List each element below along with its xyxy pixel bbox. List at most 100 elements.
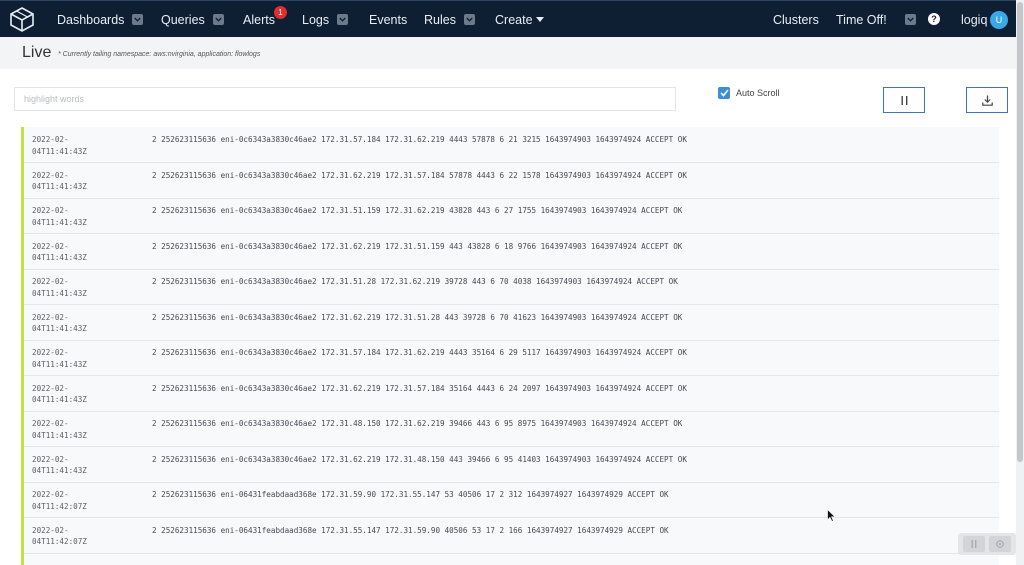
log-message: 2 252623115636 eni-0c6343a3830c46ae2 172… (152, 277, 678, 286)
nav-rules[interactable]: Rules (424, 1, 475, 38)
log-timestamp-time: 04T11:41:43Z (32, 146, 87, 156)
log-message: 2 252623115636 eni-0c6343a3830c46ae2 172… (152, 454, 687, 464)
logiq-logo-icon[interactable] (9, 6, 35, 32)
nav-rules-label: Rules (424, 12, 456, 27)
log-timestamp-date: 2022-02- (32, 312, 69, 322)
log-timestamp-date: 2022-02- (32, 170, 69, 180)
chevron-down-icon (212, 14, 224, 25)
nav-time-off[interactable]: Time Off! (836, 1, 916, 38)
pause-button[interactable] (883, 87, 925, 113)
log-timestamp: 2022-02- 04T11:41:43Z (32, 454, 142, 477)
nav-events-label: Events (369, 12, 408, 27)
log-message: 2 252623115636 eni-06431feabdaad368e 172… (152, 490, 669, 499)
log-row[interactable]: 2022-02- 04T11:41:43Z 2 252623115636 eni-0… (24, 376, 999, 412)
log-timestamp-time: 04T11:42:07Z (32, 537, 87, 546)
log-timestamp-time: 04T11:41:43Z (32, 253, 87, 262)
user-menu[interactable]: logiq (961, 1, 987, 38)
caret-down-icon (535, 16, 544, 22)
user-name: logiq (961, 12, 988, 27)
auto-scroll-checkbox[interactable] (718, 87, 730, 99)
auto-scroll-label: Auto Scroll (736, 88, 780, 98)
log-timestamp-date: 2022-02- (32, 525, 69, 535)
check-icon (719, 89, 729, 97)
download-button[interactable] (966, 87, 1008, 113)
gear-icon (996, 540, 1005, 548)
alerts-count-badge: 1 (274, 6, 287, 19)
log-timestamp: 2022-02- 04T11:41:43Z (32, 312, 142, 335)
log-row[interactable]: 2022-02- 04T11:42:07Z 2 252623115636 eni-0… (24, 518, 999, 554)
chevron-down-icon (463, 14, 475, 25)
log-message: 2 252623115636 eni-0c6343a3830c46ae2 172… (152, 383, 687, 393)
help-icon[interactable]: ? (928, 13, 940, 25)
app-window: Dashboards Queries Alerts 1 Logs Events … (0, 0, 1024, 565)
log-message: 2 252623115636 eni-0c6343a3830c46ae2 172… (152, 241, 683, 251)
log-timestamp-date: 2022-02- (32, 419, 69, 428)
log-row[interactable]: 2022-02- 04T11:41:43Z 2 252623115636 eni-0… (24, 269, 999, 305)
nav-clusters-label: Clusters (773, 12, 819, 27)
log-message: 2 252623115636 eni-0c6343a3830c46ae2 172… (152, 135, 687, 144)
log-timestamp: 2022-02- 04T11:41:43Z (32, 347, 142, 370)
nav-create[interactable]: Create (495, 1, 544, 38)
log-stream: 2022-02- 04T11:41:43Z 2 252623115636 eni-0… (21, 127, 999, 565)
log-timestamp-time: 04T11:42:07Z (32, 501, 87, 511)
log-timestamp: 2022-02- 04T11:41:43Z (32, 418, 142, 441)
log-message: 2 252623115636 eni-06431feabdaad368e 172… (152, 525, 669, 535)
chevron-down-icon (132, 14, 144, 25)
pause-icon (901, 95, 907, 105)
nav-alerts[interactable]: Alerts (243, 1, 275, 38)
log-row[interactable]: 2022-02- 04T11:41:43Z 2 252623115636 eni-0… (24, 198, 999, 234)
log-message: 2 252623115636 eni-0c6343a3830c46ae2 172… (152, 312, 683, 322)
log-timestamp: 2022-02- 04T11:41:43Z (32, 170, 142, 193)
live-tail-content: Auto Scroll 2022-02- 04T11:41:43Z 2 252623… (0, 69, 1024, 565)
floating-pause-button[interactable] (962, 536, 985, 552)
auto-scroll-toggle[interactable]: Auto Scroll (718, 87, 780, 99)
scrollbar-thumb[interactable] (1017, 2, 1023, 462)
nav-logs[interactable]: Logs (302, 1, 349, 38)
nav-dashboards-label: Dashboards (57, 12, 125, 27)
floating-settings-button[interactable] (989, 536, 1012, 552)
log-timestamp-time: 04T11:41:43Z (32, 217, 87, 227)
log-row[interactable]: 2022-02- 04T11:41:43Z 2 252623115636 eni-0… (24, 127, 999, 163)
log-timestamp-time: 04T11:41:43Z (32, 288, 87, 298)
nav-create-label: Create (495, 12, 533, 27)
nav-events[interactable]: Events (369, 1, 407, 38)
log-timestamp-time: 04T11:41:43Z (32, 182, 87, 191)
log-message: 2 252623115636 eni-0c6343a3830c46ae2 172… (152, 206, 683, 215)
log-timestamp: 2022-02- 04T11:41:43Z (32, 241, 142, 264)
nav-time-off-label: Time Off! (836, 12, 887, 27)
log-row[interactable]: 2022-02- 04T11:41:43Z 2 252623115636 eni-0… (24, 305, 999, 341)
tailing-info: * Currently tailing namespace: aws:nvirg… (58, 51, 261, 58)
chevron-down-icon (337, 14, 349, 25)
log-row[interactable]: 2022-02- 04T11:41:43Z 2 252623115636 eni-0… (24, 163, 999, 199)
nav-alerts-label: Alerts (243, 12, 275, 27)
log-timestamp: 2022-02- 04T11:41:43Z (32, 134, 142, 157)
log-row[interactable]: 2022-02- 04T11:41:43Z 2 252623115636 eni-0… (24, 340, 999, 376)
log-timestamp-date: 2022-02- (32, 277, 69, 286)
highlight-words-input[interactable] (14, 87, 676, 111)
page-header: Live * Currently tailing namespace: aws:… (0, 37, 1024, 69)
log-timestamp: 2022-02- 04T11:42:07Z (32, 489, 142, 512)
page-scrollbar[interactable] (1016, 0, 1024, 565)
log-timestamp-time: 04T11:41:43Z (32, 324, 87, 333)
chevron-down-icon (904, 14, 916, 25)
log-timestamp: 2022-02- 04T11:41:43Z (32, 276, 142, 299)
log-timestamp-time: 04T11:41:43Z (32, 359, 87, 369)
nav-queries-label: Queries (161, 12, 205, 27)
log-row[interactable]: 2022-02- 04T11:41:43Z 2 252623115636 eni-0… (24, 411, 999, 447)
nav-queries[interactable]: Queries (161, 1, 224, 38)
nav-logs-label: Logs (302, 12, 330, 27)
log-timestamp-date: 2022-02- (32, 454, 69, 464)
page-title: Live (22, 44, 52, 61)
log-row[interactable]: 2022-02- 04T11:41:43Z 2 252623115636 eni-0… (24, 447, 999, 483)
log-timestamp-date: 2022-02- (32, 383, 69, 393)
log-timestamp-date: 2022-02- (32, 241, 69, 251)
nav-dashboards[interactable]: Dashboards (57, 1, 144, 38)
log-row[interactable]: 2022-02- 04T11:41:43Z 2 252623115636 eni-0… (24, 234, 999, 270)
log-timestamp-date: 2022-02- (32, 206, 69, 215)
avatar[interactable]: U (990, 11, 1008, 29)
log-timestamp-time: 04T11:41:43Z (32, 395, 87, 404)
log-timestamp: 2022-02- 04T11:41:43Z (32, 383, 142, 406)
nav-clusters[interactable]: Clusters (773, 1, 819, 38)
log-row[interactable]: 2022-02- 04T11:42:07Z 2 252623115636 eni-0… (24, 482, 999, 518)
log-message: 2 252623115636 eni-0c6343a3830c46ae2 172… (152, 419, 683, 428)
